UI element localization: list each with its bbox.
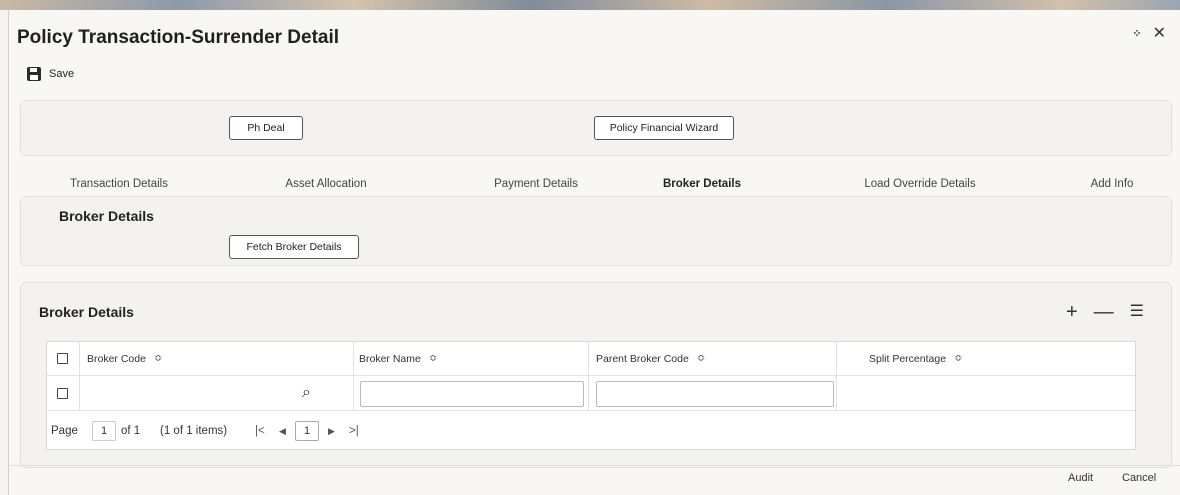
column-header-split-percentage[interactable]: Split Percentage ≎ [869,342,962,375]
window-controls: ⁘ ✕ [1132,26,1166,42]
save-button[interactable]: Save [27,67,74,81]
page-of-label: of 1 [121,425,141,437]
broker-name-input[interactable] [360,381,584,407]
sort-icon[interactable]: ≎ [697,353,705,364]
action-panel: Ph Deal Policy Financial Wizard [20,100,1172,156]
broker-grid: Broker Code ≎ Broker Name ≎ Parent Broker … [46,341,1136,450]
footer: Audit Cancel [8,465,1180,495]
row-checkbox[interactable] [57,387,68,399]
header-label: Split Percentage [869,352,947,365]
policy-financial-wizard-button[interactable]: Policy Financial Wizard [594,116,734,140]
save-icon [27,67,41,81]
pagination: Page 1 of 1 (1 of 1 items) |< ◀ 1 ▶ >| [47,412,1135,450]
audit-button[interactable]: Audit [1068,472,1093,484]
grid-title: Broker Details [39,304,134,320]
grid-header-row: Broker Code ≎ Broker Name ≎ Parent Broker … [47,342,1135,376]
previous-page-icon[interactable]: ◀ [279,412,286,450]
page-title: Policy Transaction-Surrender Detail [17,27,340,48]
ph-deal-button[interactable]: Ph Deal [229,116,303,140]
close-icon[interactable]: ✕ [1153,26,1166,42]
sort-icon[interactable]: ≎ [429,353,437,364]
minus-icon[interactable]: — [1094,302,1114,322]
last-page-icon[interactable]: >| [349,412,359,450]
plus-icon[interactable]: + [1066,302,1078,322]
list-settings-icon[interactable]: ☰ [1130,302,1144,322]
cancel-button[interactable]: Cancel [1122,472,1156,484]
sort-icon[interactable]: ≎ [154,353,162,364]
header-label: Parent Broker Code [596,352,689,365]
table-row: ⌕ [47,376,1135,411]
items-count-label: (1 of 1 items) [160,425,228,437]
collapse-icon[interactable]: ⁘ [1132,26,1141,42]
sort-icon[interactable]: ≎ [954,353,962,364]
header-label: Broker Name [359,352,421,365]
page-label: Page [51,425,78,437]
broker-section-title: Broker Details [59,208,154,224]
first-page-icon[interactable]: |< [255,412,265,450]
select-all-checkbox[interactable] [57,353,68,364]
column-header-broker-code[interactable]: Broker Code ≎ [87,342,162,375]
search-icon[interactable]: ⌕ [302,376,311,410]
save-label: Save [49,68,75,80]
parent-broker-code-input[interactable] [596,381,834,407]
current-page-button[interactable]: 1 [295,421,319,441]
top-decorative-strip [0,0,1180,10]
grid-toolbar: + — ☰ [1066,302,1144,322]
broker-details-section: Broker Details Fetch Broker Details [20,196,1172,266]
page-number-input[interactable]: 1 [92,421,116,441]
column-header-broker-name[interactable]: Broker Name ≎ [359,342,437,375]
column-header-parent-broker-code[interactable]: Parent Broker Code ≎ [596,342,705,375]
header-label: Broker Code [87,352,146,365]
next-page-icon[interactable]: ▶ [328,412,335,450]
fetch-broker-details-button[interactable]: Fetch Broker Details [229,235,359,259]
